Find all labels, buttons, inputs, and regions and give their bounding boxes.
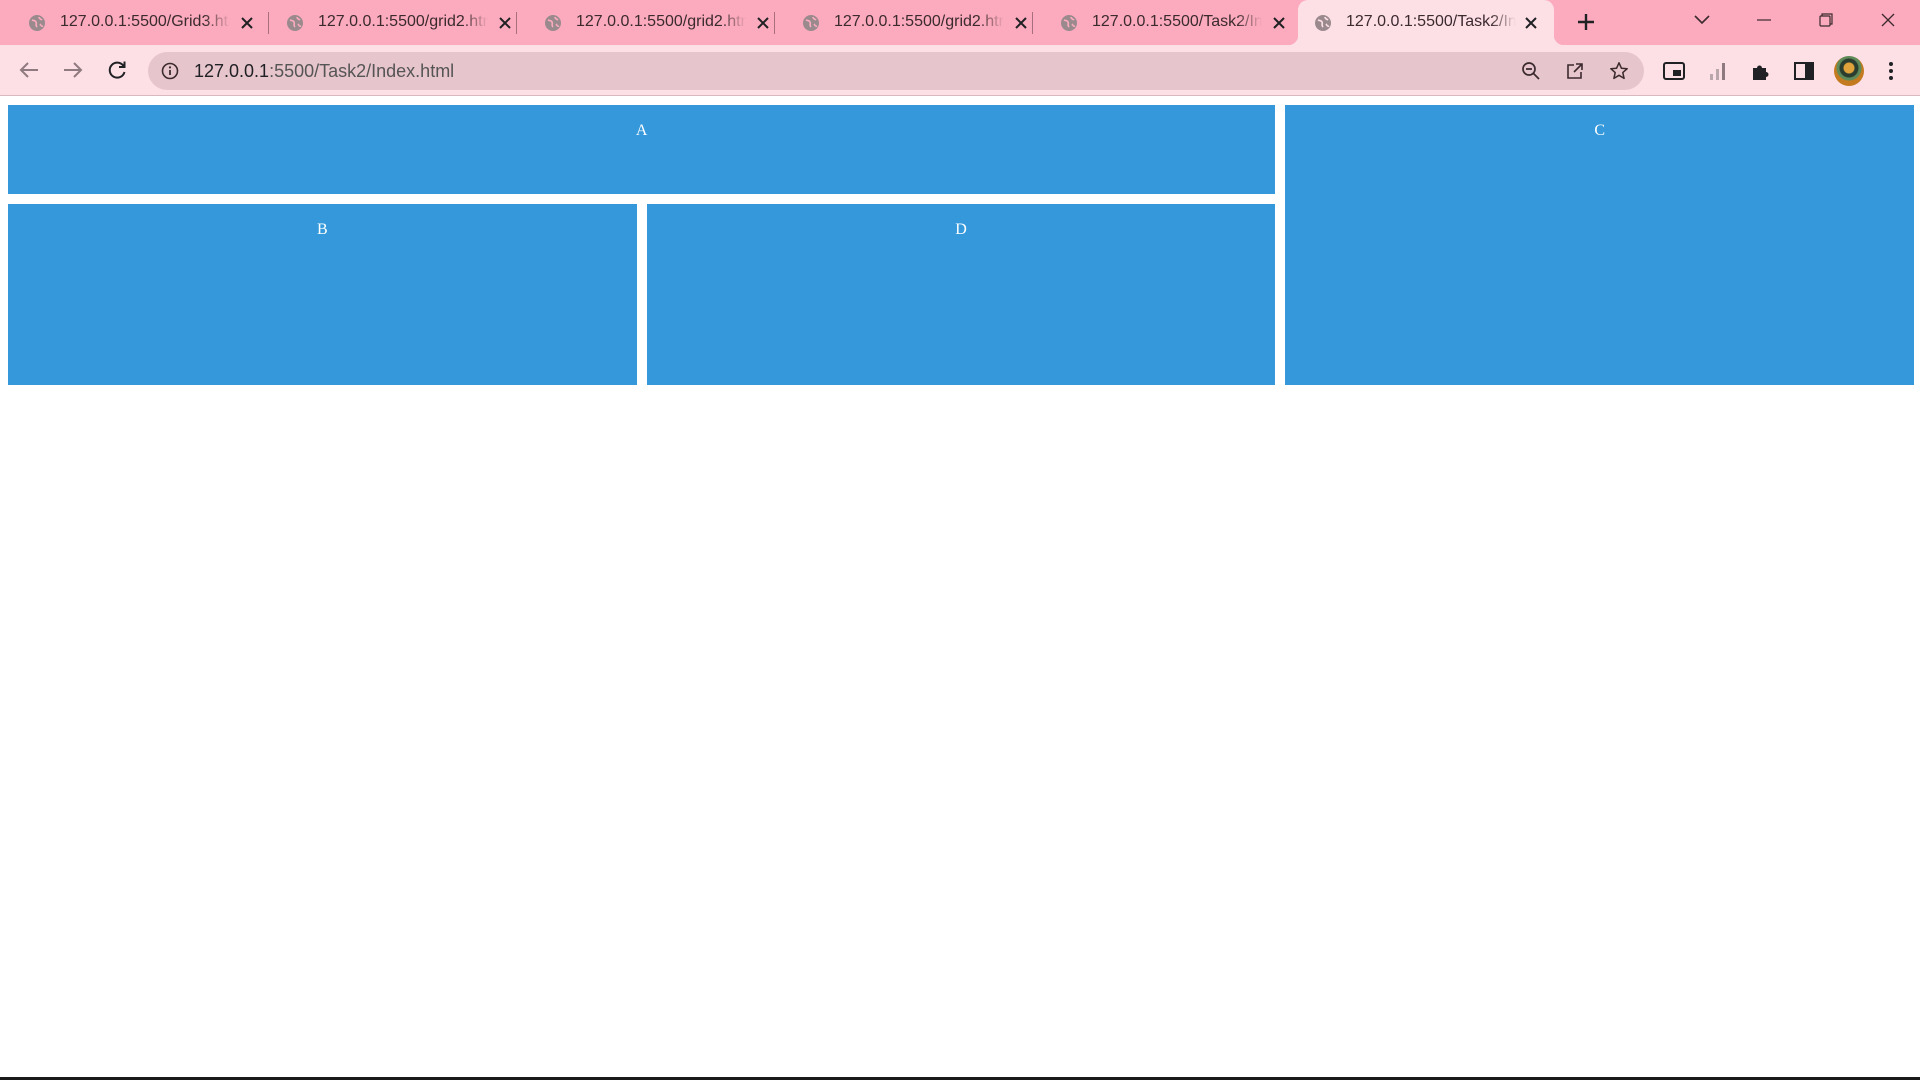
tab-grid2-2[interactable]: 127.0.0.1:5500/grid2.html	[516, 0, 775, 45]
globe-icon	[1061, 15, 1077, 31]
tab-strip: 127.0.0.1:5500/Grid3.html 127.0.0.1:5500…	[0, 0, 1920, 45]
grid-item-b: B	[8, 204, 637, 385]
zoom-out-icon[interactable]	[1520, 60, 1542, 82]
back-icon	[19, 62, 38, 78]
grid-item-d: D	[646, 204, 1276, 385]
profile-avatar[interactable]	[1834, 56, 1864, 86]
tab-title: 127.0.0.1:5500/grid2.html	[576, 13, 746, 30]
globe-icon	[1315, 15, 1331, 31]
tab-grid2-3[interactable]: 127.0.0.1:5500/grid2.html	[774, 0, 1033, 45]
minimize-icon	[1757, 19, 1771, 21]
star-icon[interactable]	[1608, 60, 1630, 82]
tab-search-button[interactable]	[1690, 8, 1714, 32]
tab-task2-active[interactable]: 127.0.0.1:5500/Task2/Index.html	[1288, 0, 1564, 45]
reload-button[interactable]	[100, 53, 134, 87]
tab-grid2-1[interactable]: 127.0.0.1:5500/grid2.html	[258, 0, 517, 45]
window-close-button[interactable]	[1858, 0, 1918, 40]
globe-icon	[29, 15, 45, 31]
info-icon[interactable]	[160, 61, 180, 81]
performance-icon[interactable]	[1706, 59, 1730, 83]
close-icon[interactable]	[494, 12, 516, 34]
forward-icon	[64, 62, 83, 78]
browser-toolbar: 127.0.0.1:5500/Task2/Index.html	[0, 45, 1920, 96]
restore-icon	[1819, 13, 1833, 27]
back-button[interactable]	[12, 53, 46, 87]
side-panel-icon[interactable]	[1792, 59, 1816, 83]
tab-task2-1[interactable]: 127.0.0.1:5500/Task2/Index.html	[1032, 0, 1290, 45]
close-icon[interactable]	[752, 12, 774, 34]
window-close-icon	[1881, 13, 1895, 27]
tab-title: 127.0.0.1:5500/Task2/Index.html	[1092, 13, 1262, 30]
new-tab-button[interactable]	[1572, 8, 1600, 36]
page-viewport: A C B D	[0, 97, 1920, 1077]
address-url[interactable]: 127.0.0.1:5500/Task2/Index.html	[194, 61, 454, 82]
address-bar[interactable]: 127.0.0.1:5500/Task2/Index.html	[148, 52, 1644, 90]
share-icon[interactable]	[1564, 60, 1586, 82]
tab-title: 127.0.0.1:5500/grid2.html	[834, 13, 1004, 30]
globe-icon	[287, 15, 303, 31]
plus-icon	[1578, 14, 1594, 30]
close-icon[interactable]	[1520, 12, 1542, 34]
reload-icon	[108, 61, 126, 79]
puzzle-icon[interactable]	[1749, 59, 1773, 83]
grid-container: A C B D	[8, 105, 1914, 385]
globe-icon	[545, 15, 561, 31]
close-icon[interactable]	[1268, 12, 1290, 34]
url-host: 127.0.0.1	[194, 61, 270, 81]
tab-title: 127.0.0.1:5500/Grid3.html	[60, 13, 230, 30]
chevron-down-icon	[1694, 15, 1710, 25]
forward-button[interactable]	[56, 53, 90, 87]
grid-item-c: C	[1285, 105, 1914, 385]
restore-button[interactable]	[1796, 0, 1856, 40]
url-path: :5500/Task2/Index.html	[269, 61, 455, 81]
close-icon[interactable]	[236, 12, 258, 34]
picture-in-picture-icon[interactable]	[1662, 59, 1686, 83]
minimize-button[interactable]	[1734, 0, 1794, 40]
tab-title: 127.0.0.1:5500/grid2.html	[318, 13, 488, 30]
kebab-menu-icon[interactable]	[1879, 59, 1903, 83]
tab-title: 127.0.0.1:5500/Task2/Index.html	[1346, 13, 1516, 30]
globe-icon	[803, 15, 819, 31]
grid-item-a: A	[8, 105, 1276, 194]
tab-grid3[interactable]: 127.0.0.1:5500/Grid3.html	[0, 0, 269, 45]
close-icon[interactable]	[1010, 12, 1032, 34]
